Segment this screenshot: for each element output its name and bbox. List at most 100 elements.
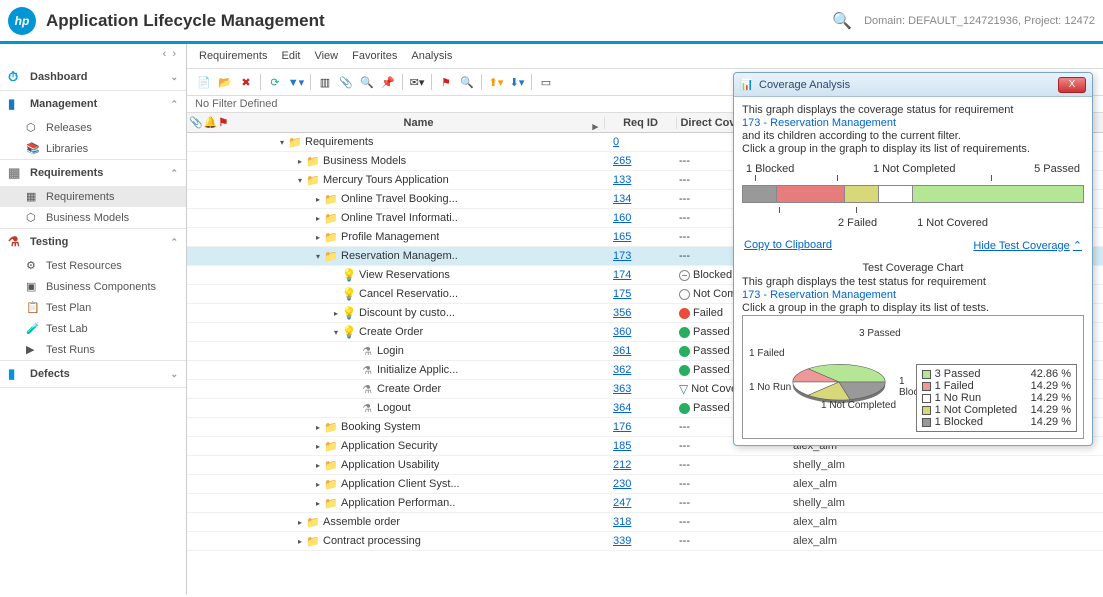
bc-icon: ▣ <box>26 280 42 293</box>
find-icon[interactable]: 🔍 <box>458 73 476 91</box>
sub-text: This graph displays the test status for … <box>742 276 1084 288</box>
delete-icon[interactable]: ✖ <box>237 73 255 91</box>
bar-seg-blocked[interactable] <box>743 186 777 202</box>
table-row[interactable]: ▸📁Contract processing 339 --- alex_alm <box>187 532 1103 551</box>
up-icon[interactable]: ⬆▾ <box>487 73 505 91</box>
expand-icon[interactable]: ▾ <box>331 328 341 337</box>
sidebar-item-business-components[interactable]: ▣Business Components <box>0 276 186 297</box>
reqid-link[interactable]: 0 <box>613 136 619 148</box>
expand-icon[interactable]: ▸ <box>313 423 323 432</box>
table-row[interactable]: ▸📁Assemble order 318 --- alex_alm <box>187 513 1103 532</box>
col-reqid[interactable]: Req ID <box>605 117 677 129</box>
reqid-link[interactable]: 247 <box>613 497 631 509</box>
copy-clipboard-link[interactable]: Copy to Clipboard <box>744 239 832 252</box>
sidebar-section-requirements[interactable]: ▦Requirements⌃ <box>0 160 186 186</box>
status-text: --- <box>679 155 690 167</box>
reqid-link[interactable]: 364 <box>613 402 631 414</box>
bar-seg-failed[interactable] <box>777 186 845 202</box>
reqid-link[interactable]: 360 <box>613 326 631 338</box>
expand-icon[interactable]: ▸ <box>313 214 323 223</box>
nav-back-icon[interactable]: ‹ <box>163 48 167 60</box>
sidebar-item-libraries[interactable]: 📚Libraries <box>0 138 186 159</box>
expand-icon[interactable]: ▭ <box>537 73 555 91</box>
sidebar-section-defects[interactable]: ▮Defects⌄ <box>0 361 186 387</box>
reqid-link[interactable]: 173 <box>613 250 631 262</box>
expand-icon[interactable]: ▸ <box>313 233 323 242</box>
expand-icon[interactable]: ▸ <box>295 518 305 527</box>
expand-icon[interactable]: ▸ <box>295 157 305 166</box>
row-name: Mercury Tours Application <box>323 174 449 186</box>
pie-chart[interactable]: 3 Passed 1 Failed 1 No Run 1 Not Complet… <box>749 322 929 432</box>
expand-icon[interactable]: ▸ <box>295 537 305 546</box>
bar-seg-notcompleted[interactable] <box>845 186 879 202</box>
columns-icon[interactable]: ▥ <box>316 73 334 91</box>
close-icon[interactable]: X <box>1058 77 1086 93</box>
filter-icon[interactable]: ▼▾ <box>287 73 305 91</box>
down-icon[interactable]: ⬇▾ <box>508 73 526 91</box>
zoom-icon[interactable]: 🔍 <box>358 73 376 91</box>
expand-icon[interactable]: ▾ <box>295 176 305 185</box>
mail-icon[interactable]: ✉▾ <box>408 73 426 91</box>
sidebar-section-dashboard[interactable]: ⏱Dashboard⌄ <box>0 64 186 90</box>
req-link[interactable]: 173 - Reservation Management <box>742 289 1084 301</box>
reqid-link[interactable]: 174 <box>613 269 631 281</box>
sidebar-section-management[interactable]: ▮Management⌃ <box>0 91 186 117</box>
table-row[interactable]: ▸📁Application Performan.. 247 --- shelly… <box>187 494 1103 513</box>
reqid-link[interactable]: 185 <box>613 440 631 452</box>
expand-icon[interactable]: ▾ <box>277 138 287 147</box>
bar-seg-passed[interactable] <box>913 186 1083 202</box>
reqid-link[interactable]: 160 <box>613 212 631 224</box>
reqid-link[interactable]: 356 <box>613 307 631 319</box>
sidebar-item-business-models[interactable]: ⬡Business Models <box>0 207 186 228</box>
reqid-link[interactable]: 339 <box>613 535 631 547</box>
menu-item[interactable]: View <box>314 50 338 62</box>
sidebar-item-requirements[interactable]: ▦Requirements <box>0 186 186 207</box>
reqid-link[interactable]: 134 <box>613 193 631 205</box>
reqid-link[interactable]: 363 <box>613 383 631 395</box>
nav-forward-icon[interactable]: › <box>172 48 176 60</box>
reqid-link[interactable]: 265 <box>613 155 631 167</box>
sidebar-item-test-resources[interactable]: ⚙Test Resources <box>0 255 186 276</box>
reqid-link[interactable]: 176 <box>613 421 631 433</box>
reqid-link[interactable]: 133 <box>613 174 631 186</box>
attach-icon[interactable]: 📎 <box>337 73 355 91</box>
pin-icon[interactable]: 📌 <box>379 73 397 91</box>
menu-item[interactable]: Favorites <box>352 50 397 62</box>
expand-icon[interactable]: ▸ <box>313 195 323 204</box>
bar-seg-notcovered[interactable] <box>879 186 913 202</box>
reqid-link[interactable]: 175 <box>613 288 631 300</box>
panel-title: Coverage Analysis <box>759 79 850 91</box>
reqid-link[interactable]: 362 <box>613 364 631 376</box>
sidebar-item-test-plan[interactable]: 📋Test Plan <box>0 297 186 318</box>
expand-icon[interactable]: ▸ <box>313 499 323 508</box>
sidebar-item-test-runs[interactable]: ▶Test Runs <box>0 339 186 360</box>
col-name[interactable]: Name▸ <box>233 117 605 129</box>
search-icon[interactable]: 🔍 <box>832 11 852 31</box>
hide-coverage-link[interactable]: Hide Test Coverage⌃ <box>973 239 1082 252</box>
reqid-link[interactable]: 165 <box>613 231 631 243</box>
coverage-bar-chart[interactable]: 1 Blocked 1 Not Completed 5 Passed <box>742 163 1084 229</box>
refresh-icon[interactable]: ⟳ <box>266 73 284 91</box>
sidebar-section-testing[interactable]: ⚗Testing⌃ <box>0 229 186 255</box>
sidebar-item-releases[interactable]: ⬡Releases <box>0 117 186 138</box>
sidebar-item-test-lab[interactable]: 🧪Test Lab <box>0 318 186 339</box>
expand-icon[interactable]: ▸ <box>313 442 323 451</box>
open-icon[interactable]: 📂 <box>216 73 234 91</box>
menu-item[interactable]: Analysis <box>411 50 452 62</box>
expand-icon[interactable]: ▾ <box>313 252 323 261</box>
reqid-link[interactable]: 361 <box>613 345 631 357</box>
panel-titlebar[interactable]: 📊 Coverage Analysis X <box>734 73 1092 97</box>
expand-icon[interactable]: ▸ <box>313 480 323 489</box>
expand-icon[interactable]: ▸ <box>313 461 323 470</box>
req-link[interactable]: 173 - Reservation Management <box>742 117 1084 129</box>
new-icon[interactable]: 📄 <box>195 73 213 91</box>
table-row[interactable]: ▸📁Application Client Syst... 230 --- ale… <box>187 475 1103 494</box>
reqid-link[interactable]: 212 <box>613 459 631 471</box>
table-row[interactable]: ▸📁Application Usability 212 --- shelly_a… <box>187 456 1103 475</box>
menu-item[interactable]: Edit <box>281 50 300 62</box>
reqid-link[interactable]: 318 <box>613 516 631 528</box>
reqid-link[interactable]: 230 <box>613 478 631 490</box>
flag-icon[interactable]: ⚑ <box>437 73 455 91</box>
expand-icon[interactable]: ▸ <box>331 309 341 318</box>
menu-item[interactable]: Requirements <box>199 50 267 62</box>
